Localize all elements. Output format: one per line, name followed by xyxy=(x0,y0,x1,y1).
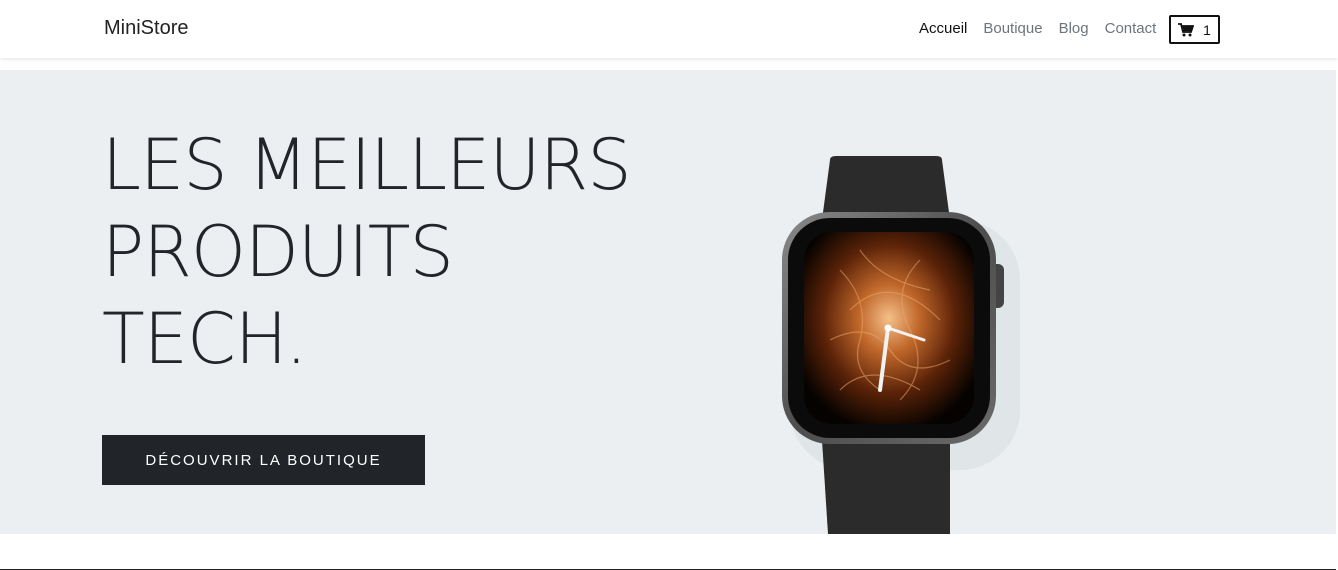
nav-link-accueil[interactable]: Accueil xyxy=(919,20,967,37)
brand-logo[interactable]: MiniStore xyxy=(104,17,188,40)
nav-link-boutique[interactable]: Boutique xyxy=(983,20,1042,37)
nav-link-blog[interactable]: Blog xyxy=(1059,20,1089,37)
headline-line-1: LES MEILLEURS xyxy=(102,124,632,206)
shopping-cart-icon xyxy=(1178,22,1195,37)
cart-button[interactable]: 1 xyxy=(1169,15,1220,44)
navbar: MiniStore Accueil Boutique Blog Contact … xyxy=(0,0,1338,58)
hero-section: LES MEILLEURS PRODUITS TECH. DÉCOUVRIR L… xyxy=(0,70,1338,534)
headline-line-3: TECH. xyxy=(102,298,308,380)
headline-line-2: PRODUITS xyxy=(102,211,454,293)
hero-headline: LES MEILLEURS PRODUITS TECH. xyxy=(102,122,632,383)
discover-shop-button[interactable]: DÉCOUVRIR LA BOUTIQUE xyxy=(102,435,425,485)
main-nav: Accueil Boutique Blog Contact xyxy=(919,20,1172,37)
smartwatch-image xyxy=(770,150,1020,534)
cart-count: 1 xyxy=(1203,21,1211,38)
nav-link-contact[interactable]: Contact xyxy=(1105,20,1157,37)
